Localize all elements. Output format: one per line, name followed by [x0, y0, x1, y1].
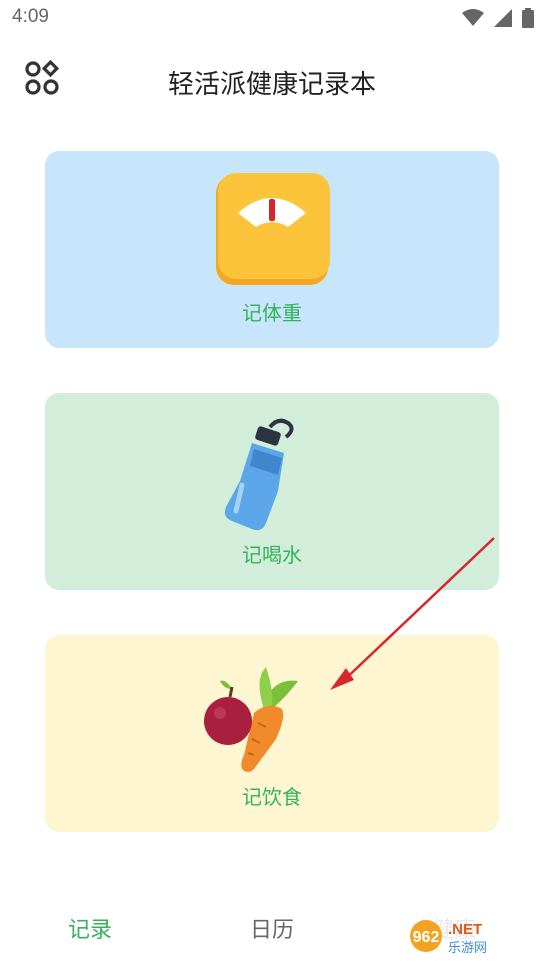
- tab-record[interactable]: 记录: [68, 912, 112, 944]
- scale-icon: [216, 173, 330, 285]
- page-title: 轻活派健康记录本: [167, 70, 376, 100]
- wifi-icon: [462, 9, 484, 26]
- record-food-label: 记饮食: [242, 785, 302, 809]
- record-food-card[interactable]: 记饮食: [45, 635, 499, 832]
- svg-text:乐游网: 乐游网: [448, 941, 487, 956]
- record-weight-label: 记体重: [242, 301, 302, 325]
- battery-icon: [522, 8, 534, 28]
- status-icons: [462, 8, 534, 28]
- app-header: 轻活派健康记录本: [0, 48, 544, 112]
- tab-calendar[interactable]: 日历: [250, 912, 294, 944]
- signal-icon: [494, 9, 512, 27]
- record-water-label: 记喝水: [242, 543, 302, 567]
- water-bottle-icon: [224, 418, 294, 531]
- record-weight-card[interactable]: 记体重: [45, 151, 499, 348]
- status-bar: 4:09: [0, 0, 544, 36]
- svg-text:962: 962: [413, 929, 440, 946]
- food-icon: [204, 667, 298, 772]
- record-water-card[interactable]: 记喝水: [45, 393, 499, 590]
- site-watermark-logo: 962 .NET 乐游网: [406, 916, 536, 956]
- status-time: 4:09: [12, 6, 49, 27]
- svg-text:.NET: .NET: [448, 921, 482, 938]
